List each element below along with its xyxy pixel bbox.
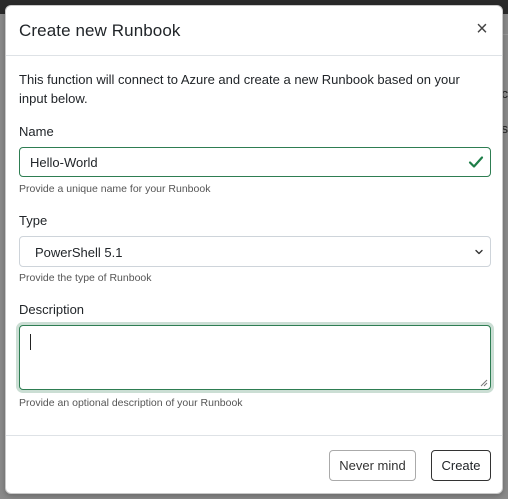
create-button[interactable]: Create [431, 450, 491, 481]
description-textarea[interactable] [19, 325, 491, 390]
never-mind-button[interactable]: Never mind [329, 450, 416, 481]
modal-title: Create new Runbook [19, 21, 181, 40]
description-help-text: Provide an optional description of your … [19, 397, 243, 409]
create-runbook-dialog: Create new Runbook × This function will … [5, 5, 503, 494]
intro-text: This function will connect to Azure and … [19, 72, 460, 106]
name-input-value: Hello-World [30, 155, 98, 170]
name-label: Name [19, 124, 54, 139]
check-icon [468, 156, 484, 168]
text-caret [30, 334, 31, 350]
description-label: Description [19, 302, 85, 317]
modal-header: Create new Runbook × [6, 6, 502, 56]
chevron-down-icon [475, 249, 483, 255]
type-label: Type [19, 213, 48, 228]
type-select-value: PowerShell 5.1 [35, 245, 123, 260]
footer-divider [6, 435, 502, 436]
close-icon[interactable]: × [472, 18, 492, 40]
type-help-text: Provide the type of Runbook [19, 272, 152, 284]
resize-handle-icon[interactable] [478, 377, 488, 387]
type-select[interactable]: PowerShell 5.1 [19, 236, 491, 267]
name-input[interactable]: Hello-World [19, 147, 491, 177]
name-help-text: Provide a unique name for your Runbook [19, 183, 211, 195]
